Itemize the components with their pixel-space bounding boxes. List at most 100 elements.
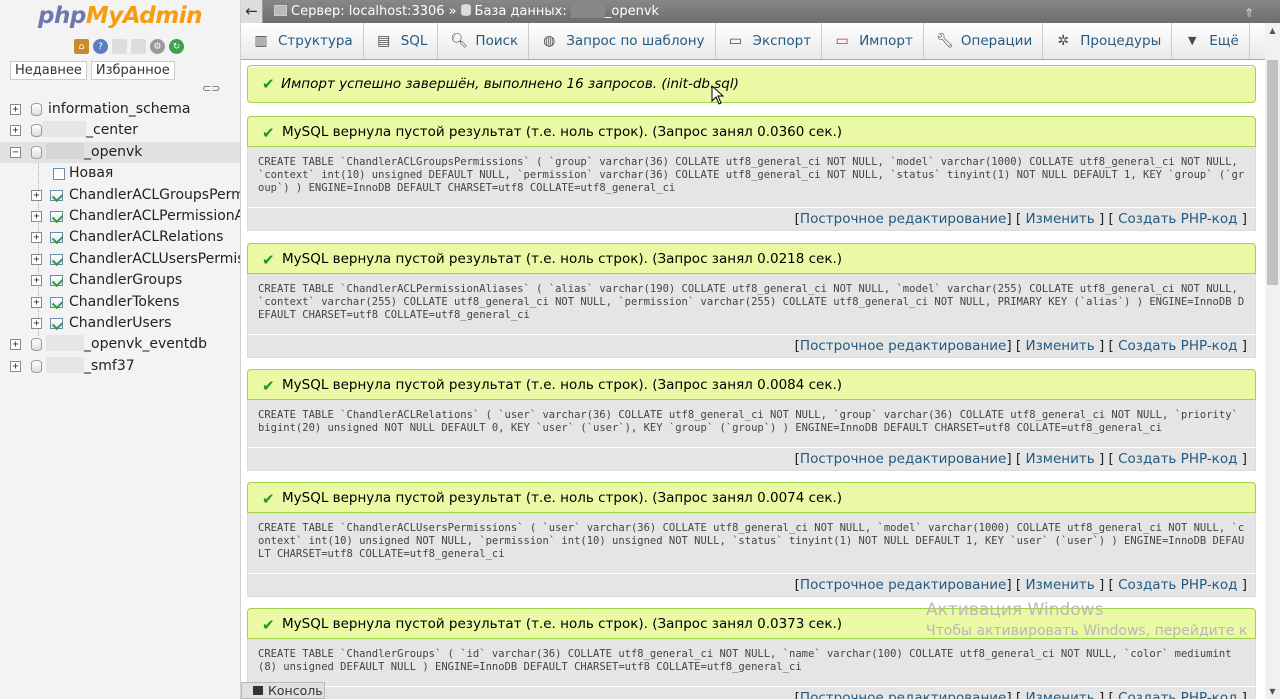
routines-icon: ✲ — [1057, 33, 1070, 49]
expand-icon[interactable]: + — [31, 275, 42, 287]
mouse-cursor-icon — [711, 85, 724, 105]
query-result-message: ✔ MySQL вернула пустой результат (т.е. но… — [247, 116, 1256, 147]
table-icon — [50, 253, 63, 265]
query-result-block: ✔ MySQL вернула пустой результат (т.е. но… — [247, 369, 1256, 471]
link-icon[interactable]: ⊂⊃ — [202, 82, 220, 95]
quick-icons: ⌂ ? ⚙ ↻ — [74, 39, 184, 54]
favorites-tab[interactable]: Избранное — [90, 61, 175, 80]
phpmyadmin-logo[interactable]: phpMyAdmin — [38, 3, 202, 29]
tab-export[interactable]: ▭ Экспорт — [716, 23, 823, 59]
tree-item-table[interactable]: + ChandlerACLGroupsPermissi — [0, 185, 240, 206]
menu-tabs: ▥ Структура ▤ SQL 🔍︎ Поиск ◍ Запрос по шабло… — [241, 23, 1265, 60]
recent-tab[interactable]: Недавнее — [10, 61, 87, 80]
tab-more[interactable]: ▼ Ещё — [1172, 23, 1250, 59]
expand-icon[interactable]: + — [31, 317, 42, 329]
sql-query-text: CREATE TABLE `ChandlerGroups` ( `id` var… — [247, 639, 1256, 686]
expand-icon[interactable]: + — [10, 104, 21, 115]
sql-docs-icon[interactable] — [131, 39, 146, 54]
expand-icon[interactable]: + — [31, 232, 42, 244]
navigation-panel: phpMyAdmin ⌂ ? ⚙ ↻ Недавнее Избранное ⊂⊃… — [0, 0, 241, 699]
expand-icon[interactable]: + — [31, 296, 42, 308]
inline-edit-link[interactable]: Построчное редактирование — [800, 577, 1006, 593]
edit-link[interactable]: Изменить — [1025, 451, 1094, 467]
create-php-link[interactable]: Создать PHP-код — [1118, 211, 1237, 227]
tab-structure[interactable]: ▥ Структура — [241, 23, 364, 59]
tree-item-table[interactable]: + ChandlerGroups — [0, 270, 240, 291]
success-check-icon: ✔ — [262, 616, 275, 634]
expand-icon[interactable]: + — [31, 210, 42, 222]
expand-icon[interactable]: + — [31, 253, 42, 265]
create-php-link[interactable]: Создать PHP-код — [1118, 338, 1237, 354]
sql-query-text: CREATE TABLE `ChandlerACLPermissionAlias… — [247, 274, 1256, 334]
expand-icon[interactable]: + — [10, 125, 21, 137]
reload-icon[interactable]: ↻ — [169, 39, 184, 54]
tab-routines[interactable]: ✲ Процедуры — [1043, 23, 1173, 59]
new-table-icon — [53, 168, 65, 181]
collapse-icon[interactable]: ⇑ — [1244, 2, 1260, 25]
tab-query[interactable]: ◍ Запрос по шаблону — [529, 23, 716, 59]
inline-edit-link[interactable]: Построчное редактирование — [800, 211, 1006, 227]
expand-icon[interactable]: + — [31, 189, 42, 201]
edit-link[interactable]: Изменить — [1025, 338, 1094, 354]
expand-icon[interactable]: + — [10, 360, 21, 372]
query-result-block: ✔ MySQL вернула пустой результат (т.е. но… — [247, 608, 1256, 699]
server-icon — [274, 5, 287, 16]
edit-link[interactable]: Изменить — [1025, 690, 1094, 699]
tree-item-database[interactable]: + _smf37 — [0, 356, 240, 377]
back-arrow-icon[interactable]: ← — [241, 0, 263, 23]
export-icon: ▭ — [728, 33, 743, 49]
tab-import[interactable]: ▭ Импорт — [822, 23, 924, 59]
expand-icon[interactable]: + — [10, 339, 21, 351]
tree-item-table[interactable]: + ChandlerACLPermissionAlias — [0, 206, 240, 227]
tree-item-database-selected[interactable]: − _openvk — [0, 141, 240, 164]
database-icon — [31, 103, 42, 116]
query-result-block: ✔ MySQL вернула пустой результат (т.е. но… — [247, 116, 1256, 231]
scroll-up-icon[interactable]: ▲ — [1265, 23, 1280, 38]
table-icon — [50, 317, 63, 329]
inline-edit-link[interactable]: Построчное редактирование — [800, 451, 1006, 467]
success-check-icon: ✔ — [262, 124, 275, 142]
table-icon — [50, 296, 63, 308]
collapse-icon[interactable]: − — [10, 146, 21, 158]
create-php-link[interactable]: Создать PHP-код — [1118, 690, 1237, 699]
help-icon[interactable]: ? — [93, 39, 108, 54]
tree-item-database[interactable]: + information_schema — [0, 99, 240, 120]
sql-query-text: CREATE TABLE `ChandlerACLGroupsPermissio… — [247, 147, 1256, 207]
vertical-scrollbar[interactable]: ▲ ▼ — [1265, 23, 1280, 699]
tab-operations[interactable]: 🔧︎ Операции — [924, 23, 1044, 59]
import-icon: ▭ — [835, 33, 849, 49]
query-result-message: ✔ MySQL вернула пустой результат (т.е. но… — [247, 482, 1256, 513]
home-icon[interactable]: ⌂ — [74, 39, 89, 54]
tree-item-table[interactable]: + ChandlerACLUsersPermissio — [0, 249, 240, 270]
success-check-icon: ✔ — [262, 490, 275, 508]
query-icon: ◍ — [543, 33, 556, 49]
redacted-text — [570, 3, 605, 18]
create-php-link[interactable]: Создать PHP-код — [1118, 451, 1237, 467]
scrollbar-thumb[interactable] — [1267, 60, 1278, 285]
tree-item-table[interactable]: + ChandlerUsers — [0, 313, 240, 334]
gear-icon[interactable]: ⚙ — [150, 39, 165, 54]
breadcrumb-db-name[interactable]: _openvk — [605, 4, 659, 19]
tab-search[interactable]: 🔍︎ Поиск — [438, 23, 530, 59]
console-toggle[interactable]: Консоль — [241, 682, 325, 699]
inline-edit-link[interactable]: Построчное редактирование — [800, 338, 1006, 354]
table-icon — [50, 275, 63, 287]
sql-query-text: CREATE TABLE `ChandlerACLRelations` ( `u… — [247, 400, 1256, 447]
console-icon — [253, 686, 263, 695]
query-actions: [Построчное редактирование] [ Изменить ]… — [247, 207, 1256, 231]
inline-edit-link[interactable]: Построчное редактирование — [800, 690, 1006, 699]
breadcrumb-db-label[interactable]: База данных: — [475, 4, 567, 19]
tree-item-database[interactable]: + _openvk_eventdb — [0, 334, 240, 355]
breadcrumb-server[interactable]: Сервер: localhost:3306 — [291, 4, 445, 19]
tree-item-table[interactable]: + ChandlerTokens — [0, 292, 240, 313]
create-php-link[interactable]: Создать PHP-код — [1118, 577, 1237, 593]
docs-icon[interactable] — [112, 39, 127, 54]
edit-link[interactable]: Изменить — [1025, 577, 1094, 593]
tree-item-table[interactable]: + ChandlerACLRelations — [0, 227, 240, 248]
tree-item-database[interactable]: + _center — [0, 120, 240, 141]
tab-sql[interactable]: ▤ SQL — [364, 23, 439, 59]
tree-item-new-table[interactable]: Новая — [0, 163, 240, 184]
query-actions: [Построчное редактирование] [ Изменить ]… — [247, 573, 1256, 597]
edit-link[interactable]: Изменить — [1025, 211, 1094, 227]
scroll-down-icon[interactable]: ▼ — [1265, 684, 1280, 699]
